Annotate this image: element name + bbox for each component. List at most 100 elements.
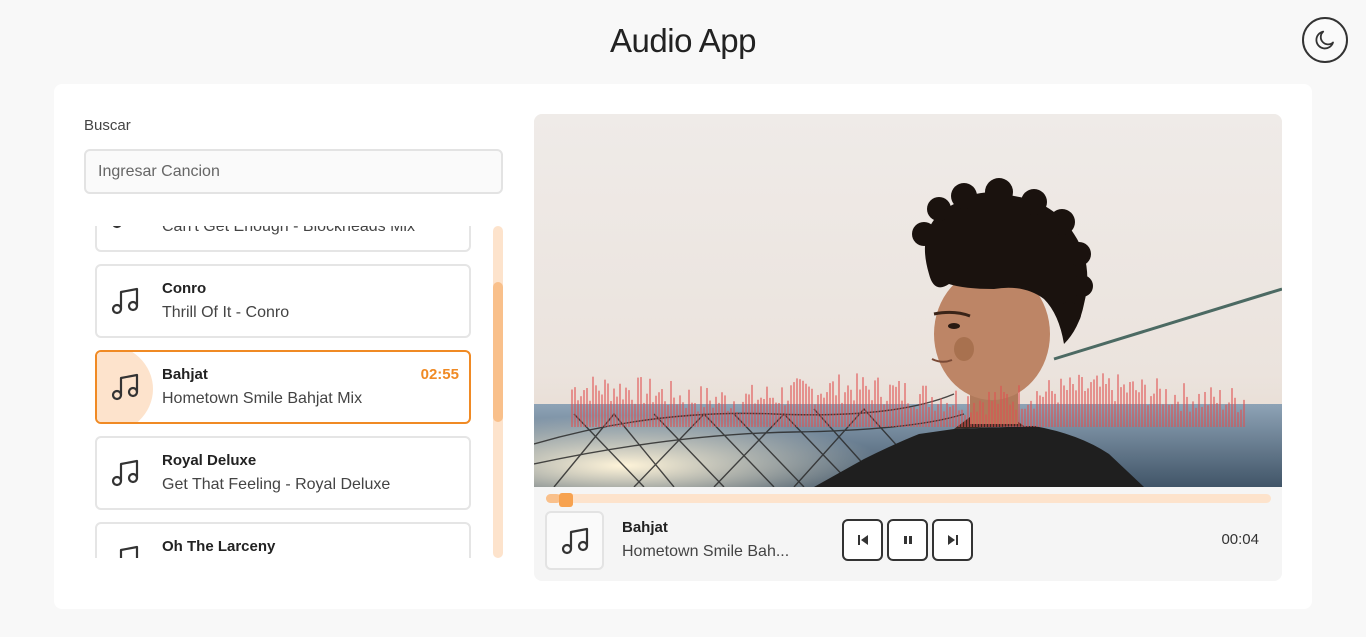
- waveform-bar: [1180, 410, 1182, 427]
- song-item[interactable]: Conro Thrill Of It - Conro: [95, 264, 471, 338]
- waveform-bar: [616, 396, 618, 427]
- waveform-bar: [577, 400, 579, 427]
- waveform-bar: [667, 404, 669, 427]
- next-button[interactable]: [932, 519, 973, 561]
- waveform-bar: [706, 387, 708, 427]
- waveform-bar: [1237, 412, 1239, 427]
- waveform-bar: [730, 408, 732, 427]
- previous-button[interactable]: [842, 519, 883, 561]
- waveform-bar: [850, 389, 852, 427]
- theme-toggle-button[interactable]: [1302, 17, 1348, 63]
- waveform-bar: [1075, 390, 1077, 427]
- waveform-bar: [1009, 404, 1011, 427]
- waveform-bar: [958, 410, 960, 427]
- waveform-bar: [799, 379, 801, 427]
- waveform-bar: [937, 404, 939, 427]
- waveform-bar: [1183, 383, 1185, 427]
- waveform-bar: [745, 393, 747, 427]
- waveform-bar: [1006, 393, 1008, 427]
- waveform-bar: [1060, 378, 1062, 427]
- waveform-bar: [664, 401, 666, 427]
- song-item[interactable]: Oh The Larceny: [95, 522, 471, 558]
- cover-image: [534, 114, 1282, 487]
- song-title: Get That Feeling - Royal Deluxe: [162, 476, 391, 493]
- waveform-bar: [1243, 399, 1245, 427]
- waveform-bar: [673, 397, 675, 427]
- waveform-bar: [1045, 391, 1047, 427]
- waveform-bar: [715, 396, 717, 427]
- progress-bar[interactable]: [546, 494, 1271, 503]
- waveform-bar: [952, 405, 954, 427]
- waveform-bar: [583, 390, 585, 427]
- pause-button[interactable]: [887, 519, 928, 561]
- song-item[interactable]: Can't Get Enough - Blockheads Mix: [95, 226, 471, 252]
- waveform-bar: [571, 389, 573, 427]
- waveform-bar: [910, 407, 912, 427]
- waveform-bar: [622, 399, 624, 427]
- song-item-active[interactable]: Bahjat Hometown Smile Bahjat Mix 02:55: [95, 350, 471, 424]
- waveform-bar: [640, 377, 642, 427]
- waveform-bar: [736, 411, 738, 427]
- waveform-bar: [1144, 384, 1146, 427]
- waveform-bar: [1216, 402, 1218, 427]
- waveform-bar: [880, 396, 882, 427]
- pause-icon: [903, 536, 912, 544]
- waveform-bar: [1042, 396, 1044, 427]
- waveform-bar: [1207, 405, 1209, 427]
- waveform-bar: [769, 397, 771, 427]
- waveform-bar: [1105, 384, 1107, 427]
- waveform-bar: [847, 385, 849, 427]
- waveform-bar: [646, 393, 648, 427]
- waveform-bar: [709, 400, 711, 427]
- waveform-bar: [895, 386, 897, 427]
- waveform-bar: [718, 402, 720, 427]
- waveform-bar: [1066, 390, 1068, 427]
- song-list-scroll-thumb[interactable]: [493, 282, 503, 422]
- waveform-bar: [1117, 374, 1119, 427]
- song-artist: Royal Deluxe: [162, 452, 257, 469]
- waveform-bar: [649, 378, 651, 427]
- waveform-bar: [976, 411, 978, 427]
- waveform-bar: [1084, 390, 1086, 427]
- waveform-bar: [808, 386, 810, 427]
- waveform-bar: [1204, 391, 1206, 427]
- song-item[interactable]: Royal Deluxe Get That Feeling - Royal De…: [95, 436, 471, 510]
- waveform-bar: [694, 403, 696, 427]
- waveform-bar: [655, 395, 657, 427]
- waveform-bar: [1078, 374, 1080, 427]
- waveform-bar: [901, 400, 903, 427]
- waveform-bar: [853, 400, 855, 427]
- waveform-bar: [1123, 384, 1125, 427]
- waveform-bar: [1195, 407, 1197, 427]
- waveform-bar: [1054, 393, 1056, 427]
- waveform-bar: [1024, 408, 1026, 427]
- waveform-bar: [712, 407, 714, 427]
- cover-art: [534, 114, 1282, 487]
- waveform-bar: [844, 392, 846, 427]
- waveform-bar: [1168, 404, 1170, 427]
- waveform-bar: [637, 377, 639, 427]
- waveform-bar: [757, 399, 759, 427]
- waveform-bar: [871, 400, 873, 427]
- waveform-bar: [1213, 396, 1215, 427]
- waveform-bar: [727, 410, 729, 427]
- waveform-bar: [925, 385, 927, 427]
- waveform-bar: [961, 409, 963, 427]
- waveform-bar: [913, 406, 915, 427]
- progress-handle[interactable]: [559, 493, 573, 507]
- waveform-bar: [574, 387, 576, 427]
- waveform-bar: [988, 391, 990, 427]
- waveform-bar: [1222, 409, 1224, 427]
- waveform-bar: [607, 383, 609, 427]
- waveform-bar: [868, 389, 870, 427]
- waveform-bar: [1099, 386, 1101, 427]
- waveform-bar: [1201, 406, 1203, 427]
- waveform-bar: [1072, 384, 1074, 427]
- waveform-bar: [1138, 392, 1140, 427]
- waveform-bar: [1156, 378, 1158, 427]
- waveform-bar: [931, 397, 933, 427]
- waveform-bar: [643, 402, 645, 427]
- waveform-bar: [1141, 379, 1143, 427]
- music-note-icon: [561, 527, 588, 554]
- search-input[interactable]: [84, 149, 503, 194]
